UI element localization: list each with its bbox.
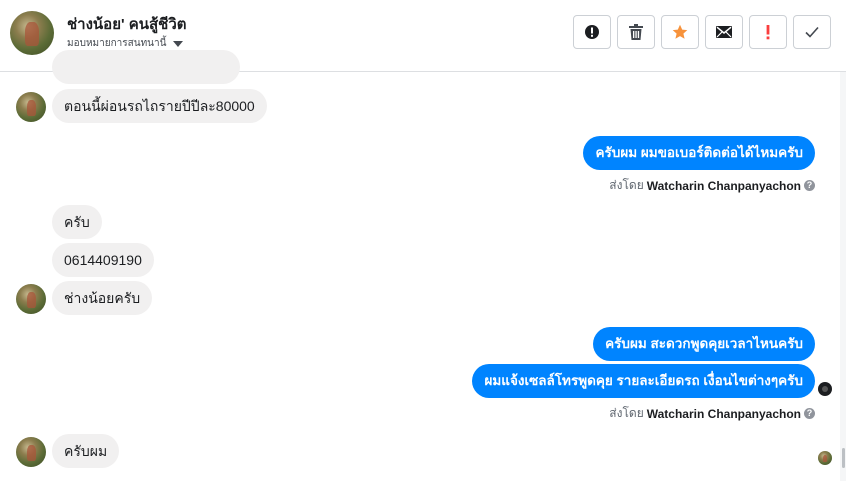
message-bubble-incoming[interactable]: ช่างน้อยครับ [52, 281, 153, 315]
assign-conversation-dropdown[interactable]: มอบหมายการสนทนานี้ [67, 36, 184, 51]
scrollbar-track[interactable] [840, 72, 846, 481]
message-bubble-incoming[interactable]: 0614409190 [52, 243, 154, 277]
message-bubble-incoming[interactable]: ครับ [52, 205, 102, 239]
sent-by-prefix: ส่งโดย [609, 406, 644, 420]
sent-by-prefix: ส่งโดย [609, 178, 644, 192]
mark-spam-button[interactable] [573, 15, 611, 49]
read-receipt-avatar [818, 451, 832, 465]
message-bubble-incoming-partial [52, 50, 240, 84]
caret-down-icon [173, 40, 184, 47]
follow-up-button[interactable] [749, 15, 787, 49]
check-icon [805, 26, 819, 38]
sender-avatar [16, 92, 46, 122]
sent-by-agent[interactable]: Watcharin Chanpanyachon [647, 407, 801, 421]
message-bubble-outgoing[interactable]: ผมแจ้งเซลล์โทรพูดคุย รายละเอียดรถ เงื่อน… [472, 364, 815, 398]
sender-avatar [16, 437, 46, 467]
message-bubble-outgoing[interactable]: ครับผม สะดวกพูดคุยเวลาไหนครับ [593, 327, 815, 361]
trash-icon [629, 24, 643, 40]
sent-by-label: ส่งโดย Watcharin Chanpanyachon ? [609, 176, 815, 195]
sent-by-label: ส่งโดย Watcharin Chanpanyachon ? [609, 404, 815, 423]
message-bubble-outgoing[interactable]: ครับผม ผมขอเบอร์ติดต่อได้ไหมครับ [583, 136, 815, 170]
sent-by-agent[interactable]: Watcharin Chanpanyachon [647, 179, 801, 193]
help-icon[interactable]: ? [804, 180, 815, 191]
delete-button[interactable] [617, 15, 655, 49]
mark-unread-button[interactable] [705, 15, 743, 49]
seen-indicator [818, 382, 832, 396]
contact-name[interactable]: ช่างน้อย' คนสู้ชีวิต [67, 12, 187, 36]
mail-icon [716, 26, 732, 38]
conversation-actions [573, 15, 831, 49]
mark-done-button[interactable] [793, 15, 831, 49]
scrollbar-thumb[interactable] [842, 448, 845, 468]
contact-avatar[interactable] [10, 11, 54, 55]
exclamation-icon [766, 25, 770, 40]
message-bubble-incoming[interactable]: ตอนนี้ผ่อนรถไถรายปีปีละ80000 [52, 89, 267, 123]
assign-conversation-label: มอบหมายการสนทนานี้ [67, 38, 167, 49]
star-icon [672, 24, 688, 39]
message-bubble-incoming[interactable]: ครับผม [52, 434, 120, 468]
sender-avatar [16, 284, 46, 314]
help-icon[interactable]: ? [804, 408, 815, 419]
alert-circle-icon [585, 25, 599, 39]
star-button[interactable] [661, 15, 699, 49]
